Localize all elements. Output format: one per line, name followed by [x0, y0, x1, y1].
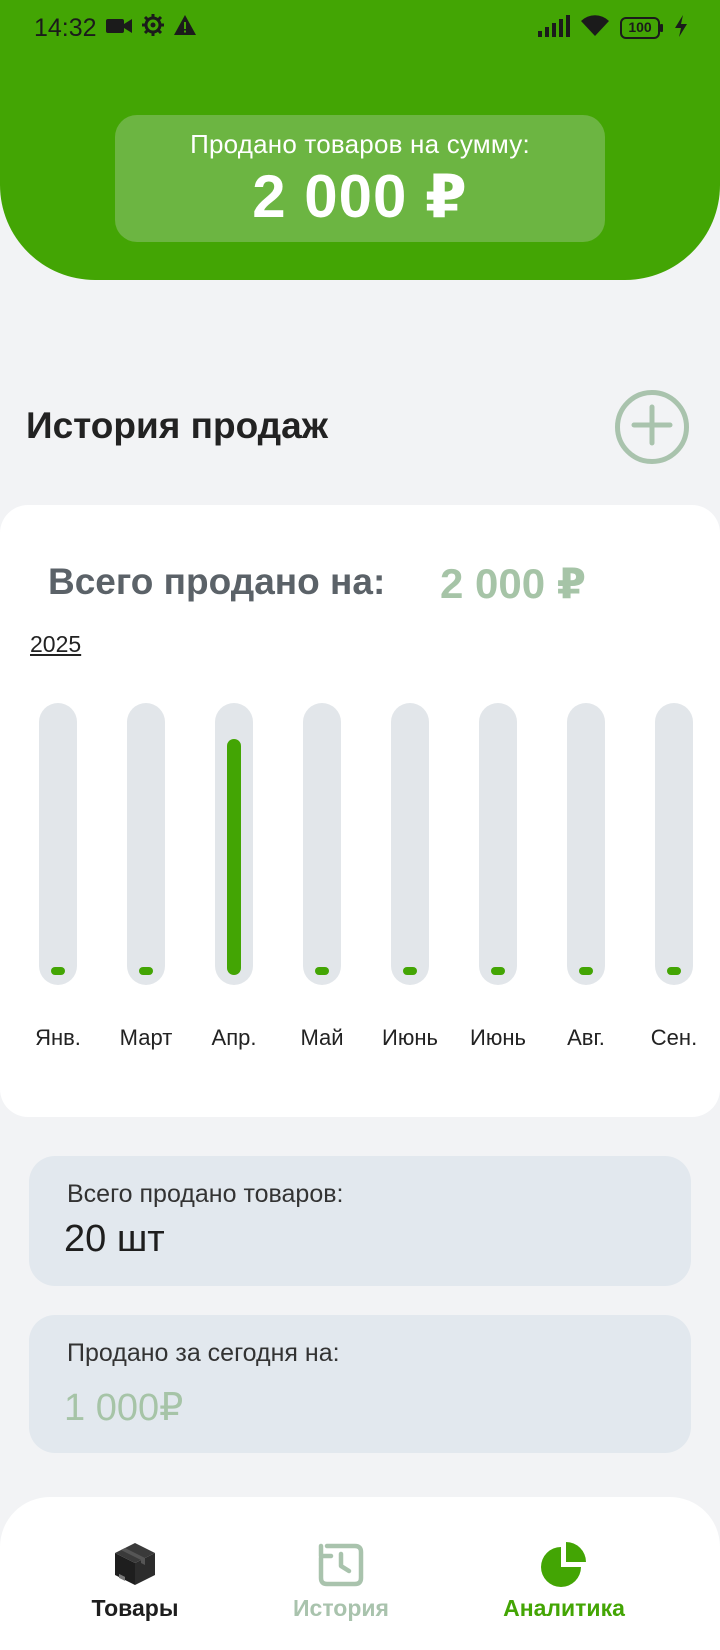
- month-label: Май: [300, 1025, 344, 1050]
- bar-track[interactable]: [391, 703, 429, 985]
- battery-icon: 100: [620, 17, 664, 39]
- box-icon: [45, 1537, 225, 1591]
- status-left: 14:32: [34, 13, 197, 44]
- sold-sum-card: Продано товаров на сумму: 2 000 ₽: [115, 115, 605, 242]
- wifi-icon: [580, 14, 610, 42]
- month-label: Янв.: [35, 1025, 81, 1050]
- sold-sum-label: Продано товаров на сумму:: [190, 129, 530, 159]
- pie-chart-icon: [474, 1537, 654, 1591]
- bar-track[interactable]: [479, 703, 517, 985]
- video-icon: [105, 14, 133, 43]
- bar-track[interactable]: [215, 703, 253, 985]
- month-label: Март: [119, 1025, 173, 1050]
- header-banner: 14:32 100 Продано товаров на сумму: 2 00…: [0, 0, 720, 280]
- total-items-value: 20 шт: [64, 1218, 165, 1260]
- bar-value: [315, 967, 329, 975]
- status-bar: 14:32 100: [0, 0, 720, 56]
- plus-circle-icon: [630, 403, 674, 452]
- bar-value: [579, 967, 593, 975]
- month-label: Июнь: [382, 1025, 438, 1050]
- status-right: 100: [538, 14, 688, 42]
- bar-value: [491, 967, 505, 975]
- nav-label-analytics: Аналитика: [503, 1595, 625, 1621]
- sales-chart-card: Всего продано на: 2 000 ₽ 2025 Янв. Март А…: [0, 505, 720, 1117]
- bar-track[interactable]: [127, 703, 165, 985]
- nav-tab-analytics[interactable]: Аналитика: [474, 1537, 654, 1622]
- today-sales-label: Продано за сегодня на:: [67, 1339, 340, 1367]
- today-sales-card: Продано за сегодня на: 1 000₽: [29, 1315, 691, 1453]
- total-items-card: Всего продано товаров: 20 шт: [29, 1156, 691, 1286]
- gear-icon: [141, 13, 165, 44]
- month-label: Июнь: [470, 1025, 526, 1050]
- nav-tab-goods[interactable]: Товары: [45, 1537, 225, 1622]
- bar-value: [139, 967, 153, 975]
- page-title: История продаж: [26, 405, 328, 446]
- nav-label-goods: Товары: [91, 1595, 179, 1621]
- bar-track[interactable]: [39, 703, 77, 985]
- today-sales-value: 1 000₽: [64, 1387, 184, 1429]
- battery-level: 100: [628, 19, 652, 35]
- monthly-bar-chart: Янв. Март Апр. Май Июнь Июнь Авг. Сен.: [0, 505, 720, 1117]
- signal-icon: [538, 14, 570, 42]
- month-label: Авг.: [567, 1025, 605, 1050]
- month-label: Апр.: [211, 1025, 257, 1050]
- nav-label-history: История: [293, 1595, 389, 1621]
- history-clock-icon: [251, 1537, 431, 1591]
- month-label: Сен.: [650, 1025, 698, 1050]
- bar-track[interactable]: [303, 703, 341, 985]
- bar-value: [227, 739, 241, 975]
- bar-track[interactable]: [567, 703, 605, 985]
- bar-value: [403, 967, 417, 975]
- bar-track[interactable]: [655, 703, 693, 985]
- total-items-label: Всего продано товаров:: [67, 1180, 344, 1208]
- sold-sum-value: 2 000 ₽: [252, 163, 468, 230]
- status-time: 14:32: [34, 13, 97, 42]
- bar-value: [667, 967, 681, 975]
- add-sale-button[interactable]: [615, 390, 689, 464]
- bar-value: [51, 967, 65, 975]
- bottom-navigation: Товары История Аналитика: [0, 1497, 720, 1650]
- warning-icon: [173, 14, 197, 43]
- charging-icon: [674, 14, 688, 42]
- nav-tab-history[interactable]: История: [251, 1537, 431, 1622]
